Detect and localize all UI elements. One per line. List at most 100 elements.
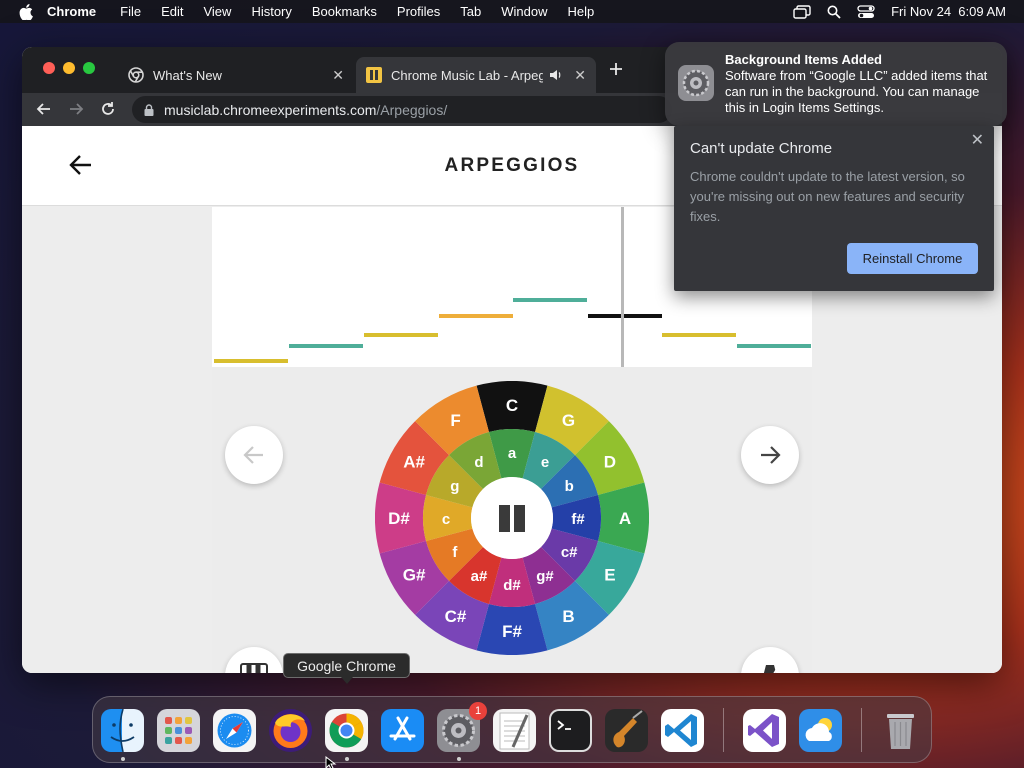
menu-file[interactable]: File [120,4,141,19]
finder-icon[interactable] [101,709,144,752]
visual-studio-code-icon[interactable] [661,709,704,752]
note-bar [513,298,587,302]
url-host: musiclab.chromeexperiments.com [164,101,377,118]
menu-bookmarks[interactable]: Bookmarks [312,4,377,19]
close-window-button[interactable] [43,62,55,74]
background-items-notification[interactable]: Background Items Added Software from “Go… [665,42,1007,126]
pause-icon [514,505,525,532]
menu-profiles[interactable]: Profiles [397,4,440,19]
mouse-cursor-icon [325,755,337,768]
major-key-label: A [619,509,631,528]
tab-chrome-music-lab[interactable]: Chrome Music Lab - Arpeg ✕ [356,57,596,93]
major-key-label: B [562,607,574,626]
minor-key-label: a# [471,568,488,585]
major-key-label: G# [403,566,426,585]
control-center-icon[interactable] [857,4,875,19]
menu-help[interactable]: Help [568,4,595,19]
zoom-window-button[interactable] [83,62,95,74]
minor-key-label: c [442,511,450,528]
search-icon[interactable] [827,5,841,19]
screen-mirroring-icon[interactable] [793,4,811,19]
note-bar [364,333,438,337]
apple-menu-icon[interactable] [19,3,35,20]
note-bar [214,359,288,363]
lock-icon[interactable] [144,103,154,116]
app-store-icon[interactable] [381,709,424,752]
pause-icon [499,505,510,532]
minor-key-label: g [450,478,459,495]
minor-key-label: a [508,445,517,462]
address-bar[interactable]: musiclab.chromeexperiments.com/Arpeggios… [132,96,672,123]
minor-key-label: d# [503,577,521,594]
notification-badge: 1 [469,702,487,720]
update-popup-body: Chrome couldn't update to the latest ver… [690,169,965,224]
menu-window[interactable]: Window [501,4,547,19]
chrome-favicon-icon [128,67,144,83]
music-lab-favicon-icon [366,67,382,83]
audio-playing-icon[interactable] [549,69,563,81]
key-wheel[interactable]: CGDAEBF#C#G#D#A#Faebf#c#g#d#a#fcgd [375,381,649,655]
minimize-window-button[interactable] [63,62,75,74]
weather-icon[interactable] [799,709,842,752]
running-indicator [457,757,461,761]
major-key-label: C# [445,607,467,626]
menu-tab[interactable]: Tab [460,4,481,19]
previous-pattern-button[interactable] [225,426,283,484]
dock-tooltip: Google Chrome [283,653,410,678]
textedit-icon[interactable] [493,709,536,752]
reload-icon[interactable] [98,99,118,119]
garageband-icon[interactable] [605,709,648,752]
note-bar [737,344,811,348]
minor-key-label: c# [561,544,578,561]
terminal-icon[interactable] [549,709,592,752]
major-key-label: C [506,396,518,415]
close-tab-icon[interactable]: ✕ [332,67,344,84]
menu-clock[interactable]: Fri Nov 24 6:09 AM [891,4,1006,19]
minor-key-label: g# [536,568,554,585]
minor-key-label: b [565,478,574,495]
dock-separator [723,708,724,752]
firefox-icon[interactable] [269,709,312,752]
play-pause-button[interactable] [471,477,553,559]
new-tab-button[interactable] [608,61,626,79]
forward-icon[interactable] [66,99,86,119]
menu-edit[interactable]: Edit [161,4,183,19]
menu-history[interactable]: History [251,4,291,19]
menu-view[interactable]: View [203,4,231,19]
close-tab-icon[interactable]: ✕ [574,67,586,84]
tab-title: What's New [153,67,222,83]
running-indicator [345,757,349,761]
dock-separator [861,708,862,752]
close-icon[interactable]: ✕ [971,130,984,150]
google-chrome-icon[interactable] [325,709,368,752]
minor-key-label: f# [571,511,585,528]
notification-title: Background Items Added [725,52,882,67]
back-icon[interactable] [34,99,54,119]
next-pattern-button[interactable] [741,426,799,484]
minor-key-label: e [541,454,549,471]
url-path: /Arpeggios/ [376,101,448,118]
update-chrome-popup: Can't update Chrome ✕ Chrome couldn't up… [674,126,994,291]
note-bar [289,344,363,348]
major-key-label: E [604,566,615,585]
safari-icon[interactable] [213,709,256,752]
system-settings-icon [678,65,714,101]
reinstall-chrome-button[interactable]: Reinstall Chrome [847,243,978,274]
major-key-label: F [450,411,460,430]
menu-app-name[interactable]: Chrome [47,4,96,19]
minor-key-label: d [474,454,483,471]
major-key-label: D# [388,509,410,528]
tab-title: Chrome Music Lab - Arpeg [391,67,543,83]
note-bar [662,333,736,337]
trash-icon[interactable] [879,709,922,752]
major-key-label: A# [403,453,425,472]
menu-bar: Chrome File Edit View History Bookmarks … [0,0,1024,23]
note-bar-active [588,314,662,318]
major-key-label: D [604,453,616,472]
launchpad-icon[interactable] [157,709,200,752]
major-key-label: F# [502,622,522,641]
tab-whats-new[interactable]: What's New ✕ [118,57,354,93]
notification-body: Software from “Google LLC” added items t… [725,68,988,115]
visual-studio-icon[interactable] [743,709,786,752]
tooltip-arrow [341,677,353,684]
